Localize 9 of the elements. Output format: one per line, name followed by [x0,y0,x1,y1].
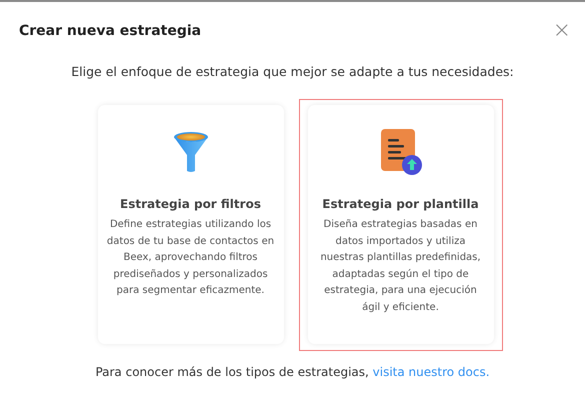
option-description: Diseña estrategias basadas en datos importados y utiliza nuestras plantillas predefinidas, adaptadas según el tipo de estrategia, para una ejecución ágil y eficiente. [319,218,482,314]
dialog-title: Crear nueva estrategia [19,23,202,39]
option-title: Estrategia por plantilla [322,197,479,211]
close-button[interactable]: × [552,20,571,42]
footer-text: Para conocer más de los tipos de estrategias, visita nuestro docs. [95,365,490,379]
option-title: Estrategia por filtros [120,197,261,211]
option-description: Define estrategias utilizando los datos de tu base de contactos en Beex, aprovechando filtros prediseñados y personalizados para segmentar eficazmente. [106,218,276,298]
strategy-option[interactable]: Estrategia por plantilla Diseña estrategias basadas en datos importados y utiliza nuestras plantillas predefinidas, adaptadas según el tipo de estrategia, para una ejecución ágil y eficiente. [298,99,502,351]
prompt-text: Elige el enfoque de estrategia que mejor se adapte a tus necesidades: [71,64,514,79]
